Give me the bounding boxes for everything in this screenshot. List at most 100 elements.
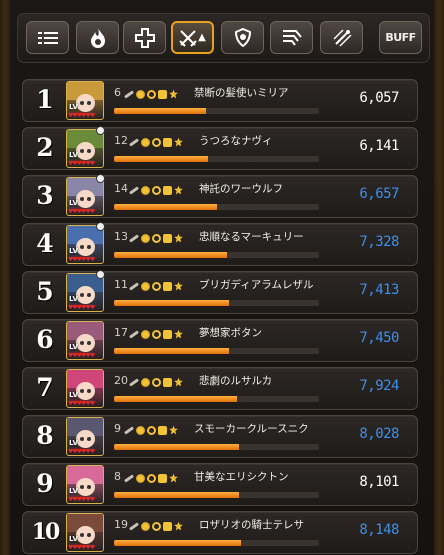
unit-level: 17 — [114, 326, 128, 339]
timer-icon — [152, 329, 161, 339]
timer-icon — [147, 473, 156, 483]
progress-fill — [114, 252, 227, 258]
coin-icon — [141, 185, 150, 195]
defense-filter-button[interactable] — [221, 21, 264, 54]
rank-number: 6 — [36, 325, 54, 354]
ranking-row[interactable]: 2 LV ♥♥♥♥♥♥ 12 うつろなナヴィ 6,141 — [22, 126, 418, 170]
flame-icon — [90, 27, 106, 48]
weapon-icon — [124, 473, 134, 483]
progress-bar — [114, 540, 319, 546]
score-value: 8,148 — [359, 522, 399, 538]
coin-icon — [141, 137, 150, 147]
equipment-icons — [124, 472, 178, 484]
equipment-icons — [129, 376, 183, 388]
progress-fill — [114, 540, 242, 546]
unit-level: 11 — [114, 278, 128, 291]
unit-level: 20 — [114, 374, 128, 387]
weapon-icon — [129, 329, 139, 339]
unit-name: うつろなナヴィ — [199, 135, 273, 147]
progress-fill — [114, 300, 229, 306]
ranking-row[interactable]: 4 LV ♥♥♥♥♥♥ 13 忠順なるマーキュリー 7,328 — [22, 222, 418, 266]
hearts-icon: ♥♥♥♥♥♥ — [68, 256, 95, 263]
progress-bar — [114, 396, 319, 402]
equipment-icons — [129, 232, 183, 244]
star-icon — [169, 473, 178, 483]
progress-bar — [114, 300, 319, 306]
unit-level: 9 — [114, 422, 121, 435]
timer-icon — [152, 185, 161, 195]
coin-icon — [136, 473, 145, 483]
coin-icon — [141, 329, 150, 339]
unit-name: 神託のワーウルフ — [199, 183, 283, 195]
unit-name: 悲劇のルサルカ — [199, 375, 273, 387]
unit-level: 8 — [114, 470, 121, 483]
coin-icon — [136, 425, 145, 435]
ranking-row[interactable]: 7 LV ♥♥♥♥♥♥ 20 悲劇のルサルカ 7,924 — [22, 367, 418, 410]
skull-icon — [96, 126, 105, 135]
list-filter-button[interactable] — [26, 21, 69, 54]
unit-level: 12 — [114, 134, 128, 147]
star-icon — [174, 377, 183, 387]
skull-icon — [96, 270, 105, 279]
star-icon — [174, 521, 183, 531]
magic-filter-button[interactable] — [320, 21, 363, 54]
ranking-row[interactable]: 9 LV ♥♥♥♥♥♥ 8 甘美なエリシクトン 8,101 — [22, 463, 418, 506]
unit-name: 禁断の髪使いミリア — [194, 87, 289, 99]
score-value: 7,328 — [359, 234, 399, 250]
rune-icon — [163, 329, 172, 339]
avatar[interactable]: LV ♥♥♥♥♥♥ — [66, 321, 104, 360]
hearts-icon: ♥♥♥♥♥♥ — [68, 160, 95, 167]
avatar[interactable]: LV ♥♥♥♥♥♥ — [66, 465, 104, 504]
fire-filter-button[interactable] — [76, 21, 119, 54]
rank-number: 7 — [36, 373, 54, 402]
hearts-icon: ♥♥♥♥♥♥ — [68, 352, 95, 359]
shield-icon — [234, 28, 251, 47]
attack-sort-button[interactable]: ▲ — [171, 21, 214, 54]
score-value: 7,450 — [359, 330, 399, 346]
coin-icon — [141, 233, 150, 243]
avatar[interactable]: LV ♥♥♥♥♥♥ — [66, 513, 104, 552]
avatar[interactable]: LV ♥♥♥♥♥♥ — [66, 417, 104, 456]
buff-filter-button[interactable]: BUFF — [379, 21, 422, 54]
avatar-level-text: LV — [69, 391, 78, 399]
coin-icon — [141, 281, 150, 291]
rune-icon — [163, 281, 172, 291]
speed-filter-button[interactable] — [270, 21, 313, 54]
weapon-icon — [129, 185, 139, 195]
rune-icon — [163, 233, 172, 243]
unit-level: 6 — [114, 86, 121, 99]
star-icon — [169, 89, 178, 99]
ranking-row[interactable]: 3 LV ♥♥♥♥♥♥ 14 神託のワーウルフ 6,657 — [22, 174, 418, 218]
unit-name: 甘美なエリシクトン — [194, 471, 289, 483]
avatar[interactable]: LV ♥♥♥♥♥♥ — [66, 273, 104, 312]
rune-icon — [163, 521, 172, 531]
ranking-row[interactable]: 5 LV ♥♥♥♥♥♥ 11 ブリガディアラムレザル 7,413 — [22, 270, 418, 314]
crossed-swords-icon — [179, 29, 197, 47]
unit-name: スモーカークルースニク — [194, 423, 309, 435]
rank-number: 10 — [31, 519, 61, 545]
ranking-row[interactable]: 8 LV ♥♥♥♥♥♥ 9 スモーカークルースニク 8,028 — [22, 415, 418, 458]
timer-icon — [152, 137, 161, 147]
avatar[interactable]: LV ♥♥♥♥♥♥ — [66, 369, 104, 408]
ranking-screen: ▲ BUFF 1 LV ♥♥♥♥♥♥ 6 禁断の髪使いミリア 6,057 2 L… — [0, 0, 444, 555]
heal-filter-button[interactable] — [123, 21, 166, 54]
star-icon — [169, 425, 178, 435]
avatar[interactable]: LV ♥♥♥♥♥♥ — [66, 177, 104, 216]
progress-bar — [114, 444, 319, 450]
hearts-icon: ♥♥♥♥♥♥ — [68, 112, 95, 119]
skull-icon — [96, 222, 105, 231]
timer-icon — [152, 377, 161, 387]
progress-fill — [114, 396, 237, 402]
progress-bar — [114, 492, 319, 498]
avatar[interactable]: LV ♥♥♥♥♥♥ — [66, 129, 104, 168]
rank-number: 1 — [36, 85, 54, 114]
avatar[interactable]: LV ♥♥♥♥♥♥ — [66, 225, 104, 264]
unit-level: 13 — [114, 230, 128, 243]
ranking-row[interactable]: 1 LV ♥♥♥♥♥♥ 6 禁断の髪使いミリア 6,057 — [22, 79, 418, 122]
unit-level: 14 — [114, 182, 128, 195]
avatar[interactable]: LV ♥♥♥♥♥♥ — [66, 81, 104, 120]
rank-number: 9 — [36, 469, 54, 498]
ranking-row[interactable]: 10 LV ♥♥♥♥♥♥ 19 ロザリオの騎士テレサ 8,148 — [22, 511, 418, 554]
ranking-row[interactable]: 6 LV ♥♥♥♥♥♥ 17 夢想家ボタン 7,450 — [22, 319, 418, 362]
left-frame — [0, 0, 10, 555]
